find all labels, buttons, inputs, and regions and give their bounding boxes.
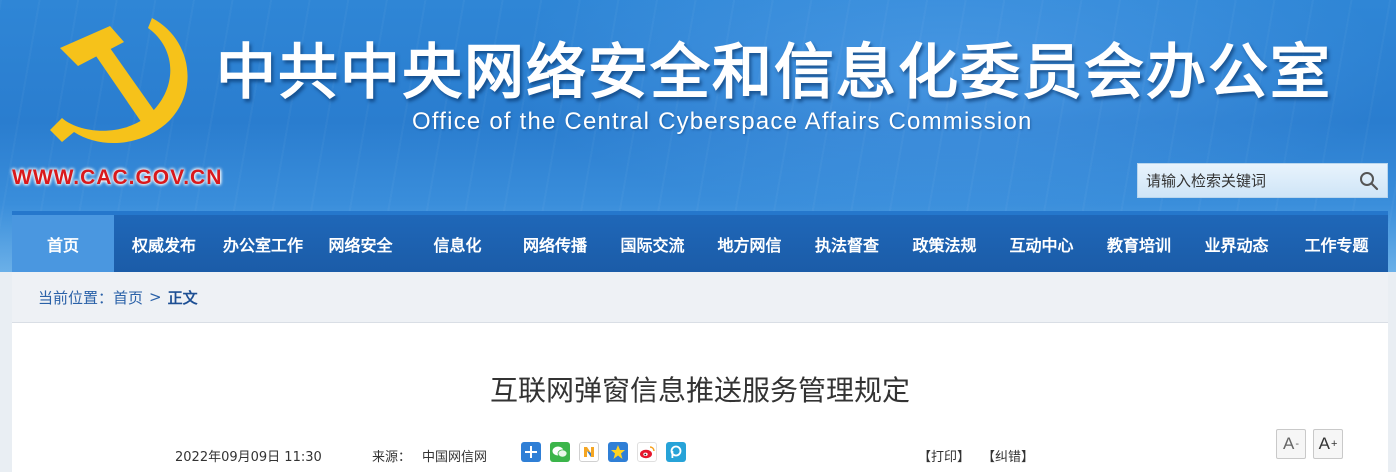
site-subtitle: Office of the Central Cyberspace Affairs… <box>412 108 1033 135</box>
print-link[interactable]: 【打印】 <box>918 446 970 465</box>
article-date: 2022年09月09日 11:30 <box>175 450 322 465</box>
qq-space-icon[interactable] <box>608 442 628 462</box>
search-input[interactable] <box>1138 164 1348 197</box>
main-nav: 首页 权威发布 办公室工作 网络安全 信息化 网络传播 国际交流 地方网信 执法… <box>12 211 1388 272</box>
breadcrumb-prefix: 当前位置： <box>38 288 114 307</box>
qzone-icon[interactable] <box>579 442 599 462</box>
nav-item-international-exchange[interactable]: 国际交流 <box>604 215 701 272</box>
article-meta: 2022年09月09日 11:30 来源： 中国网信网 【打印】 【纠错】 A … <box>12 429 1388 466</box>
nav-item-authoritative-release[interactable]: 权威发布 <box>114 215 214 272</box>
nav-item-network-communication[interactable]: 网络传播 <box>506 215 604 272</box>
breadcrumb-home-link[interactable]: 首页 <box>113 287 143 308</box>
search-icon <box>1360 171 1379 190</box>
nav-item-local-cac[interactable]: 地方网信 <box>701 215 798 272</box>
font-smaller-sign: - <box>1295 438 1299 450</box>
font-smaller-label: A <box>1282 434 1295 453</box>
article-source: 中国网信网 <box>422 450 488 465</box>
article-title: 互联网弹窗信息推送服务管理规定 <box>489 374 910 407</box>
nav-item-home[interactable]: 首页 <box>12 215 114 272</box>
share-bar <box>521 442 686 462</box>
nav-item-industry-news[interactable]: 业界动态 <box>1188 215 1285 272</box>
nav-item-policies-regulations[interactable]: 政策法规 <box>896 215 993 272</box>
nav-item-informatization[interactable]: 信息化 <box>409 215 506 272</box>
breadcrumb: 当前位置： 首页 > 正文 <box>12 272 1388 323</box>
party-emblem-icon <box>50 18 188 144</box>
nav-item-education-training[interactable]: 教育培训 <box>1090 215 1188 272</box>
font-smaller-button[interactable]: A- <box>1276 429 1306 459</box>
site-title: 中共中央网络安全和信息化委员会办公室 <box>216 38 1332 108</box>
nav-item-office-work[interactable]: 办公室工作 <box>214 215 312 272</box>
font-larger-sign: + <box>1330 438 1338 450</box>
nav-item-interaction-center[interactable]: 互动中心 <box>993 215 1090 272</box>
breadcrumb-separator: > <box>149 288 162 306</box>
nav-item-law-enforcement[interactable]: 执法督查 <box>798 215 896 272</box>
source-label: 来源： <box>372 450 412 465</box>
nav-item-work-topics[interactable]: 工作专题 <box>1285 215 1388 272</box>
font-larger-label: A <box>1318 434 1330 453</box>
site-url[interactable]: WWW.CAC.GOV.CN <box>12 166 222 190</box>
article-panel: 互联网弹窗信息推送服务管理规定 2022年09月09日 11:30 来源： 中国… <box>12 323 1388 472</box>
share-more-icon[interactable] <box>521 442 541 462</box>
pengyou-icon[interactable] <box>666 442 686 462</box>
nav-item-cybersecurity[interactable]: 网络安全 <box>312 215 409 272</box>
weibo-icon[interactable] <box>637 442 657 462</box>
search-button[interactable] <box>1351 164 1387 197</box>
font-larger-button[interactable]: A + <box>1313 429 1343 459</box>
wechat-icon[interactable] <box>550 442 570 462</box>
search-box <box>1137 163 1388 198</box>
correct-error-link[interactable]: 【纠错】 <box>982 446 1034 465</box>
breadcrumb-current: 正文 <box>167 288 198 307</box>
